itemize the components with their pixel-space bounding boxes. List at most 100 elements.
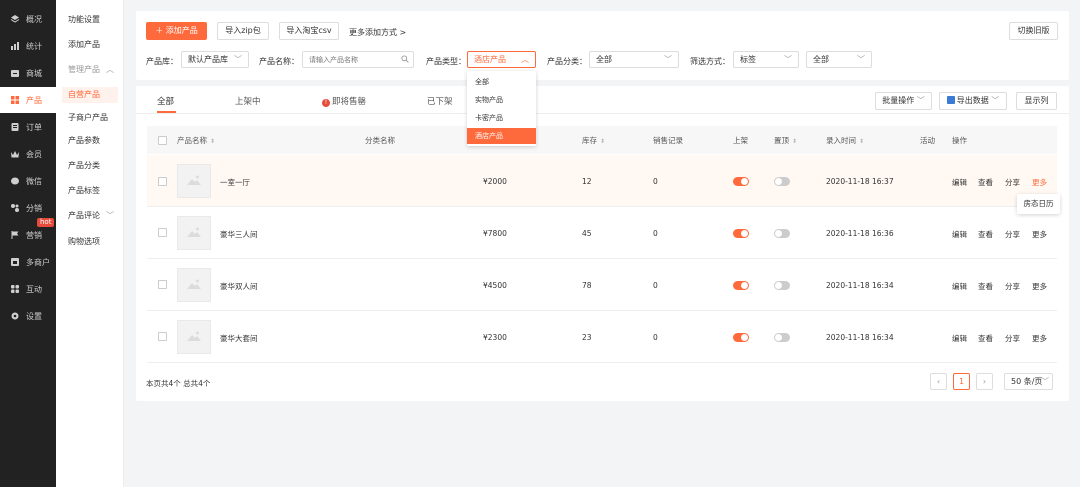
dropdown-option-all[interactable]: 全部 — [467, 74, 536, 90]
export-data-button[interactable]: 导出数据 ﹀ — [939, 92, 1007, 110]
pinned-toggle[interactable] — [774, 333, 790, 342]
header-label: 录入时间 — [826, 136, 856, 145]
switch-old-version-button[interactable]: 切换旧版 — [1009, 22, 1058, 40]
sort-icon[interactable]: ⬍ — [859, 138, 864, 145]
view-link[interactable]: 查看 — [978, 229, 993, 240]
sidebar-item-label: 订单 — [26, 122, 42, 132]
product-thumbnail — [177, 320, 211, 354]
listed-toggle[interactable] — [733, 229, 749, 238]
entry-time: 2020-11-18 16:34 — [826, 333, 894, 342]
share-link[interactable]: 分享 — [1005, 281, 1020, 292]
edit-link[interactable]: 编辑 — [952, 333, 967, 344]
prev-page-button[interactable]: ‹ — [930, 373, 947, 390]
tag-select[interactable]: 全部 ﹀ — [806, 51, 872, 68]
subnav-item-shopping-options[interactable]: 购物选项 — [68, 236, 100, 247]
search-icon[interactable] — [401, 55, 409, 65]
row-checkbox[interactable] — [158, 280, 167, 289]
sidebar-item-marketing[interactable]: 营销 hot — [0, 218, 56, 248]
sidebar-item-orders[interactable]: 订单 — [0, 114, 56, 140]
share-link[interactable]: 分享 — [1005, 333, 1020, 344]
product-type-label: 产品类型： — [426, 57, 466, 66]
next-page-button[interactable]: › — [976, 373, 993, 390]
product-name[interactable]: 豪华大套间 — [220, 333, 258, 344]
header-product-name[interactable]: 产品名称 ⬍ — [177, 135, 215, 146]
sidebar-item-settings[interactable]: 设置 — [0, 303, 56, 329]
select-all-checkbox[interactable] — [158, 136, 167, 145]
show-columns-button[interactable]: 显示列 — [1016, 92, 1057, 110]
table-row[interactable] — [147, 311, 1057, 363]
tab-all[interactable]: 全部 — [157, 95, 174, 107]
edit-link[interactable]: 编辑 — [952, 281, 967, 292]
subnav-item-product-params[interactable]: 产品参数 — [68, 135, 100, 146]
table-row[interactable] — [147, 207, 1057, 259]
filter-method-select[interactable]: 标签 ﹀ — [733, 51, 799, 68]
dropdown-option-physical[interactable]: 实物产品 — [467, 92, 536, 108]
pinned-toggle[interactable] — [774, 229, 790, 238]
share-link[interactable]: 分享 — [1005, 177, 1020, 188]
import-taobao-button[interactable]: 导入淘宝csv — [279, 22, 339, 40]
sidebar-item-stats[interactable]: 统计 — [0, 33, 56, 59]
sidebar-item-store[interactable]: 商城 — [0, 60, 56, 86]
product-type-dropdown: 全部 实物产品 卡密产品 酒店产品 — [467, 71, 536, 146]
sidebar-item-multi-merchant[interactable]: 多商户 — [0, 249, 56, 275]
dropdown-option-hotel[interactable]: 酒店产品 — [467, 128, 536, 144]
more-link[interactable]: 更多 — [1032, 177, 1047, 188]
add-product-button[interactable]: ＋ 添加产品 — [146, 22, 207, 40]
view-link[interactable]: 查看 — [978, 281, 993, 292]
more-link[interactable]: 更多 — [1032, 333, 1047, 344]
row-checkbox[interactable] — [158, 177, 167, 186]
page-size-select[interactable]: 50 条/页 ﹀ — [1004, 373, 1053, 390]
edit-link[interactable]: 编辑 — [952, 229, 967, 240]
view-link[interactable]: 查看 — [978, 177, 993, 188]
header-entry-time[interactable]: 录入时间 ⬍ — [826, 135, 864, 146]
product-name-input[interactable] — [303, 52, 393, 67]
subnav-item-product-categories[interactable]: 产品分类 — [68, 160, 100, 171]
sort-icon[interactable]: ⬍ — [792, 138, 797, 145]
row-checkbox[interactable] — [158, 228, 167, 237]
table-row[interactable] — [147, 155, 1057, 207]
product-type-select[interactable]: 酒店产品 ︿ — [467, 51, 536, 68]
sidebar-item-members[interactable]: 会员 — [0, 141, 56, 167]
subnav-item-own-products[interactable]: 自营产品 — [62, 87, 118, 103]
tab-on-sale[interactable]: 上架中 — [235, 95, 261, 107]
more-add-methods-link[interactable]: 更多添加方式 > — [349, 27, 406, 38]
subnav-item-merchant-products[interactable]: 子商户产品 — [68, 112, 108, 123]
listed-toggle[interactable] — [733, 281, 749, 290]
subnav-item-add-product[interactable]: 添加产品 — [68, 39, 100, 50]
product-name[interactable]: 豪华双人间 — [220, 281, 258, 292]
sidebar-item-overview[interactable]: 概况 — [0, 6, 56, 32]
header-pinned[interactable]: 置顶 ⬍ — [774, 135, 797, 146]
more-link[interactable]: 更多 — [1032, 229, 1047, 240]
share-link[interactable]: 分享 — [1005, 229, 1020, 240]
more-link[interactable]: 更多 — [1032, 281, 1047, 292]
pinned-toggle[interactable] — [774, 281, 790, 290]
dropdown-option-card-code[interactable]: 卡密产品 — [467, 110, 536, 126]
page-number-button[interactable]: 1 — [953, 373, 970, 390]
header-stock[interactable]: 库存 ⬍ — [582, 135, 605, 146]
product-name[interactable]: 豪华三人间 — [220, 229, 258, 240]
batch-operation-button[interactable]: 批量操作 ﹀ — [875, 92, 932, 110]
sidebar-item-products[interactable]: 产品 — [0, 87, 56, 113]
sort-icon[interactable]: ⬍ — [210, 138, 215, 145]
import-zip-button[interactable]: 导入zip包 — [217, 22, 269, 40]
tab-off-shelf[interactable]: 已下架 — [427, 95, 453, 107]
listed-toggle[interactable] — [733, 177, 749, 186]
library-select[interactable]: 默认产品库 ﹀ — [181, 51, 249, 68]
row-checkbox[interactable] — [158, 332, 167, 341]
sidebar-item-wechat[interactable]: 微信 — [0, 168, 56, 194]
pinned-toggle[interactable] — [774, 177, 790, 186]
subnav-item-function-settings[interactable]: 功能设置 — [68, 14, 100, 25]
subnav-group-manage[interactable]: 管理产品 ︿ — [68, 64, 114, 75]
subnav-group-reviews[interactable]: 产品评论 ﹀ — [68, 210, 114, 221]
tab-selling-out[interactable]: ! 即将售罄 — [322, 95, 366, 107]
sidebar-item-interaction[interactable]: 互动 — [0, 276, 56, 302]
subnav-item-product-tags[interactable]: 产品标签 — [68, 185, 100, 196]
table-row[interactable] — [147, 259, 1057, 311]
product-name[interactable]: 一室一厅 — [220, 177, 250, 188]
listed-toggle[interactable] — [733, 333, 749, 342]
sort-icon[interactable]: ⬍ — [600, 138, 605, 145]
view-link[interactable]: 查看 — [978, 333, 993, 344]
edit-link[interactable]: 编辑 — [952, 177, 967, 188]
category-select[interactable]: 全部 ﹀ — [589, 51, 679, 68]
image-placeholder-icon — [186, 278, 202, 292]
